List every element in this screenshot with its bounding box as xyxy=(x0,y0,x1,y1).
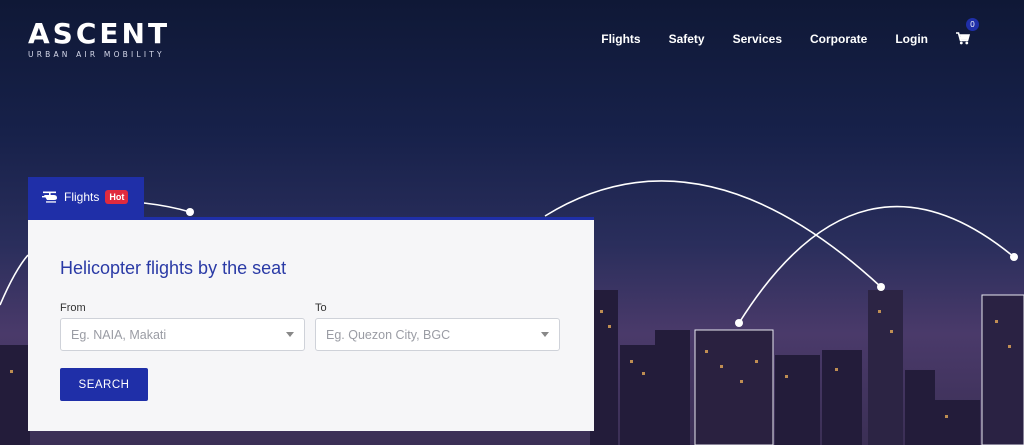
flight-search-panel: Helicopter flights by the seat From Eg. … xyxy=(28,217,594,431)
panel-title: Helicopter flights by the seat xyxy=(60,258,287,278)
from-placeholder: Eg. NAIA, Makati xyxy=(71,327,167,342)
search-button[interactable]: SEARCH xyxy=(60,368,148,401)
hot-badge: Hot xyxy=(105,190,129,204)
cart-icon xyxy=(956,32,971,45)
from-label: From xyxy=(60,302,86,314)
brand-tagline: URBAN AIR MOBILITY xyxy=(28,50,165,59)
to-select[interactable]: Eg. Quezon City, BGC xyxy=(315,318,560,351)
chevron-down-icon xyxy=(541,332,549,337)
to-placeholder: Eg. Quezon City, BGC xyxy=(326,327,451,342)
to-label: To xyxy=(315,302,327,314)
nav-flights[interactable]: Flights xyxy=(601,32,640,46)
tab-flights[interactable]: Flights Hot xyxy=(28,177,144,217)
brand-logo[interactable]: ASCENT URBAN AIR MOBILITY xyxy=(28,17,171,60)
nav-safety[interactable]: Safety xyxy=(669,32,705,46)
helicopter-icon xyxy=(42,191,57,203)
chevron-down-icon xyxy=(286,332,294,337)
main-nav: Flights Safety Services Corporate Login … xyxy=(601,18,979,46)
nav-corporate[interactable]: Corporate xyxy=(810,32,867,46)
brand-name: ASCENT xyxy=(28,17,171,50)
nav-login[interactable]: Login xyxy=(895,32,928,46)
cart-count-badge: 0 xyxy=(966,18,979,31)
cart-button[interactable]: 0 xyxy=(956,18,979,46)
nav-services[interactable]: Services xyxy=(733,32,782,46)
from-select[interactable]: Eg. NAIA, Makati xyxy=(60,318,305,351)
tab-flights-label: Flights xyxy=(64,190,100,204)
